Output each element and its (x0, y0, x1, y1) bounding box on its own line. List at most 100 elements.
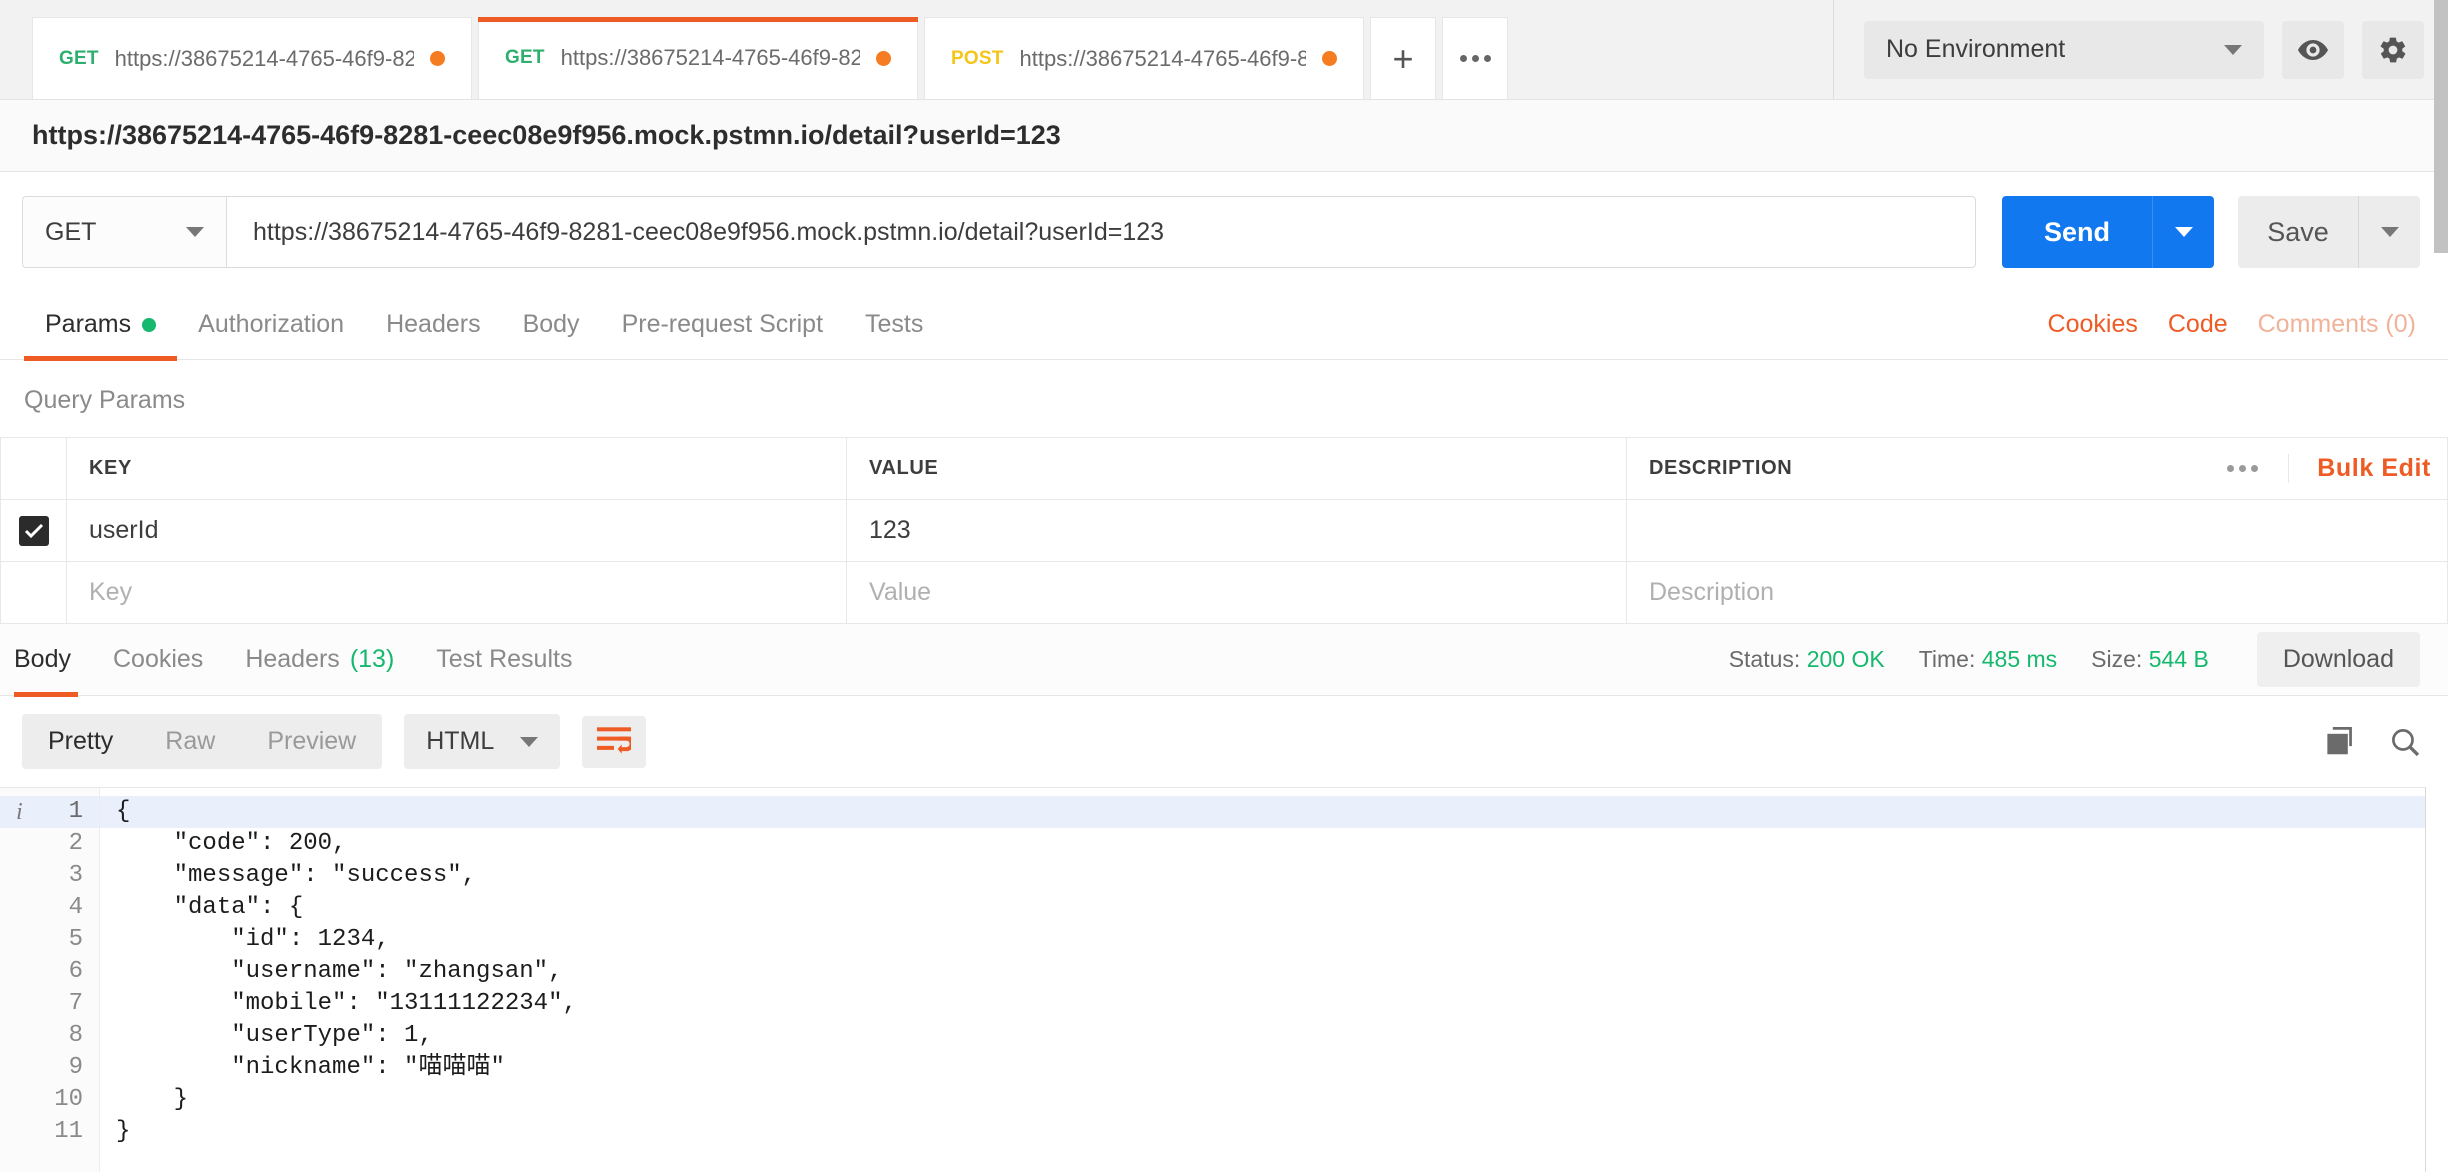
tab-body[interactable]: Body (502, 290, 601, 360)
editor-code-area[interactable]: { "code": 200, "message": "success", "da… (100, 788, 2425, 1172)
ellipsis-icon (1459, 55, 1491, 62)
word-wrap-button[interactable] (582, 715, 647, 768)
unsaved-dot-icon (430, 51, 445, 66)
response-format-label: HTML (426, 727, 495, 755)
editor-scrollbar-track[interactable] (2434, 0, 2448, 1174)
view-mode-segmented-control: Pretty Raw Preview (22, 714, 383, 769)
gear-icon (2380, 37, 2406, 62)
line-number: 7 (68, 990, 83, 1017)
request-tab-1[interactable]: GET https://38675214-4765-46f9-828 (32, 17, 472, 99)
line-number: 5 (68, 926, 83, 953)
line-number: 3 (68, 862, 83, 889)
view-mode-pretty[interactable]: Pretty (22, 714, 139, 769)
environment-selected-label: No Environment (1886, 35, 2066, 63)
request-tab-1-method: GET (59, 47, 99, 69)
param-value-cell[interactable]: 123 (846, 499, 1627, 562)
response-tab-body[interactable]: Body (0, 624, 92, 697)
response-format-selector[interactable]: HTML (404, 714, 561, 769)
view-mode-raw[interactable]: Raw (139, 714, 241, 769)
size-value: 544 B (2148, 646, 2209, 672)
editor-scrollbar-thumb[interactable] (2434, 0, 2448, 253)
request-section-tabs: Params Authorization Headers Body Pre-re… (0, 290, 944, 361)
response-tab-test-results[interactable]: Test Results (415, 624, 593, 696)
time-label: Time: (1918, 646, 1976, 672)
response-meta: Status: 200 OK Time: 485 ms Size: 544 B … (1729, 632, 2420, 687)
settings-button[interactable] (2362, 20, 2424, 79)
response-headers-count: (13) (349, 645, 395, 673)
environment-quick-look-button[interactable] (2282, 20, 2344, 79)
column-header-checkbox (0, 437, 67, 500)
save-button-group: Save (2238, 196, 2420, 268)
tab-pre-request-script[interactable]: Pre-request Script (601, 290, 844, 360)
param-description-input-placeholder[interactable]: Description (1626, 561, 2448, 624)
response-tab-body-label: Body (14, 645, 71, 673)
param-description-cell[interactable] (1626, 499, 2448, 562)
send-options-button[interactable] (2152, 196, 2214, 268)
download-button[interactable]: Download (2256, 632, 2420, 687)
tab-params[interactable]: Params (24, 290, 178, 361)
tab-options-button[interactable] (1442, 17, 1508, 99)
environment-selector[interactable]: No Environment (1864, 20, 2264, 79)
code-line: "userType": 1, (116, 1022, 433, 1049)
copy-button[interactable] (2326, 726, 2356, 757)
param-key-cell[interactable]: userId (66, 499, 847, 562)
eye-icon (2298, 39, 2328, 60)
row-enabled-cell-empty (0, 561, 67, 624)
time-badge: Time: 485 ms (1919, 646, 2057, 673)
code-link[interactable]: Code (2168, 310, 2228, 339)
response-body-toolbar: Pretty Raw Preview HTML (0, 696, 2448, 787)
table-row: Key Value Description (0, 561, 2448, 624)
param-value-input-placeholder[interactable]: Value (846, 561, 1627, 624)
environment-area: No Environment (1833, 0, 2448, 99)
row-checkbox-checked[interactable] (18, 515, 49, 546)
line-number: i 1 (0, 796, 99, 828)
page-title: https://38675214-4765-46f9-8281-ceec08e9… (32, 120, 1061, 150)
tab-tests[interactable]: Tests (844, 290, 944, 360)
search-icon (2392, 728, 2420, 756)
column-header-key: KEY (66, 437, 847, 500)
request-tab-2[interactable]: GET https://38675214-4765-46f9-828 (478, 17, 918, 99)
comments-link[interactable]: Comments (0) (2258, 310, 2416, 339)
response-tab-test-results-label: Test Results (436, 645, 573, 673)
params-indicator-dot-icon (142, 317, 157, 332)
code-line: "id": 1234, (116, 926, 390, 953)
search-button[interactable] (2390, 727, 2420, 757)
response-body-editor[interactable]: i 1 2 3 4 5 6 7 8 9 10 11 { "code": 200,… (0, 787, 2426, 1172)
unsaved-dot-icon (876, 50, 891, 66)
copy-icon (2327, 726, 2352, 754)
request-tab-strip: GET https://38675214-4765-46f9-828 GET h… (0, 0, 1833, 99)
view-mode-preview[interactable]: Preview (241, 714, 382, 769)
url-input[interactable]: https://38675214-4765-46f9-8281-ceec08e9… (226, 196, 1976, 268)
tab-authorization[interactable]: Authorization (177, 290, 365, 360)
request-title-bar: https://38675214-4765-46f9-8281-ceec08e9… (0, 100, 2448, 172)
response-tab-cookies[interactable]: Cookies (92, 624, 224, 696)
line-number: 8 (68, 1022, 83, 1049)
cookies-link[interactable]: Cookies (2048, 310, 2138, 339)
size-badge: Size: 544 B (2091, 646, 2209, 673)
info-icon[interactable]: i (16, 796, 23, 828)
http-method-label: GET (45, 217, 97, 246)
save-options-button[interactable] (2358, 196, 2420, 268)
request-tab-1-url: https://38675214-4765-46f9-828 (114, 45, 414, 71)
line-number: 10 (54, 1086, 83, 1113)
row-enabled-cell (0, 499, 67, 562)
save-button[interactable]: Save (2238, 196, 2358, 268)
tab-headers[interactable]: Headers (365, 290, 502, 360)
new-tab-button[interactable]: + (1370, 17, 1436, 99)
http-method-selector[interactable]: GET (22, 196, 226, 268)
request-tab-3[interactable]: POST https://38675214-4765-46f9-82 (924, 17, 1364, 99)
response-tab-headers[interactable]: Headers (13) (224, 624, 415, 696)
line-number: 4 (68, 894, 83, 921)
send-button[interactable]: Send (2002, 196, 2152, 268)
param-key-input-placeholder[interactable]: Key (66, 561, 847, 624)
bulk-edit-link[interactable]: Bulk Edit (2288, 454, 2445, 483)
code-line: "nickname": "喵喵喵" (116, 1054, 505, 1081)
table-header-actions: Bulk Edit (2197, 454, 2445, 483)
line-number: 11 (54, 1118, 83, 1145)
request-tab-2-url: https://38675214-4765-46f9-828 (560, 45, 860, 70)
request-section-tabs-row: Params Authorization Headers Body Pre-re… (0, 290, 2448, 361)
request-right-links: Cookies Code Comments (0) (2048, 310, 2416, 339)
response-body-toolbar-right (2326, 726, 2420, 757)
status-label: Status: (1728, 646, 1801, 672)
table-options-ellipsis-icon[interactable] (2197, 465, 2288, 472)
